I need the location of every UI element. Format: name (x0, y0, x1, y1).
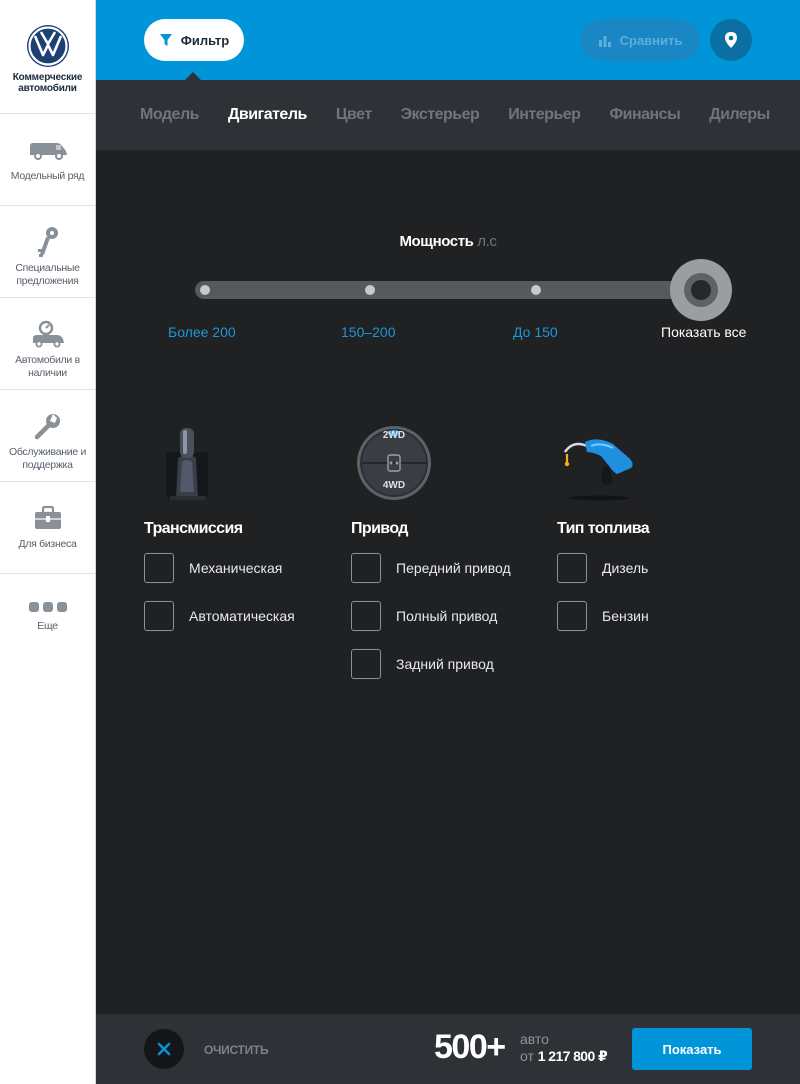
power-slider-handle[interactable] (670, 259, 732, 321)
option-all-wheel-drive[interactable]: Полный привод (351, 601, 511, 631)
results-bar: ОЧИСТИТЬ 500+ авто от 1 217 800 ₽ Показа… (96, 1014, 800, 1084)
compare-button-label: Сравнить (619, 32, 683, 48)
option-rear-drive[interactable]: Задний привод (351, 649, 511, 679)
checkbox[interactable] (144, 553, 174, 583)
power-slider-stop[interactable] (531, 285, 541, 295)
clear-filters-button[interactable] (144, 1029, 184, 1069)
bar-chart-icon (598, 36, 611, 47)
tab-dealers[interactable]: Дилеры (709, 106, 770, 124)
engine-filter-panel: Мощность л.с Более 200 150–200 До 150 По… (96, 150, 800, 1014)
tab-color[interactable]: Цвет (336, 106, 372, 124)
price-from: от 1 217 800 ₽ (520, 1048, 608, 1065)
power-title-text: Мощность (399, 233, 474, 250)
filter-button-label: Фильтр (180, 32, 230, 48)
sidebar-item-label: Модельный ряд (10, 170, 85, 182)
power-option-over-200[interactable]: Более 200 (168, 324, 236, 340)
power-option-150-200[interactable]: 150–200 (341, 324, 396, 340)
sidebar-item-service[interactable]: Обслуживание и поддержка (0, 390, 95, 482)
more-dots-icon (28, 602, 67, 612)
top-bar: Фильтр Сравнить (96, 0, 800, 81)
sidebar: Коммерческие автомобили Модельный ряд Сп… (0, 0, 96, 1084)
result-count-unit: авто (520, 1031, 549, 1047)
checkbox[interactable] (351, 553, 381, 583)
fuel-group: Тип топлива Дизель Бензин (557, 422, 697, 631)
sidebar-item-label: Специальные предложения (15, 262, 80, 287)
gear-shift-icon (166, 428, 208, 500)
drive-mode-dial-icon (357, 426, 431, 500)
option-label: Автоматическая (189, 608, 295, 624)
checkbox[interactable] (557, 601, 587, 631)
sidebar-item-more[interactable]: Еще (0, 574, 95, 666)
sidebar-item-models[interactable]: Модельный ряд (0, 114, 95, 206)
transmission-group: Трансмиссия Механическая Автоматическая (144, 422, 295, 631)
tab-interior[interactable]: Интерьер (508, 106, 581, 124)
option-label: Механическая (189, 560, 283, 576)
dial-label-2wd: 2WD (382, 430, 406, 441)
option-manual[interactable]: Механическая (144, 553, 295, 583)
option-label: Бензин (602, 608, 649, 624)
briefcase-icon (34, 505, 61, 529)
vw-logo-icon (26, 25, 69, 67)
fuel-nozzle-icon (564, 439, 633, 501)
power-title: Мощность л.с (96, 233, 800, 250)
dial-label-4wd: 4WD (382, 480, 406, 491)
option-label: Дизель (602, 560, 649, 576)
section-tabs: Модель Двигатель Цвет Экстерьер Интерьер… (96, 80, 800, 150)
power-unit: л.с (477, 233, 497, 250)
tab-engine[interactable]: Двигатель (228, 106, 307, 124)
transmission-title: Трансмиссия (144, 520, 243, 537)
tab-model[interactable]: Модель (140, 106, 199, 124)
price-value: 1 217 800 ₽ (537, 1048, 608, 1064)
power-slider-stop[interactable] (365, 285, 375, 295)
option-label: Передний привод (396, 560, 511, 576)
price-prefix: от (520, 1048, 534, 1064)
sidebar-item-in-stock[interactable]: Автомобили в наличии (0, 298, 95, 390)
option-label: Задний привод (396, 656, 494, 672)
checkbox[interactable] (351, 601, 381, 631)
sidebar-item-label: Автомобили в наличии (15, 354, 80, 379)
compare-button[interactable]: Сравнить (580, 19, 700, 61)
result-count: 500+ (434, 1028, 506, 1066)
option-automatic[interactable]: Автоматическая (144, 601, 295, 631)
drive-group: 2WD 4WD Привод Передний привод Полный пр… (351, 422, 511, 679)
brand-logo-block[interactable]: Коммерческие автомобили (0, 0, 95, 114)
tab-finance[interactable]: Финансы (609, 106, 680, 124)
option-diesel[interactable]: Дизель (557, 553, 697, 583)
checkbox[interactable] (557, 553, 587, 583)
power-slider-stop[interactable] (200, 285, 210, 295)
keys-icon (37, 227, 58, 257)
sidebar-item-special-offers[interactable]: Специальные предложения (0, 206, 95, 298)
drive-title: Привод (351, 520, 408, 537)
filter-button[interactable]: Фильтр (144, 19, 244, 61)
brand-caption: Коммерческие автомобили (12, 72, 83, 94)
sidebar-item-label: Обслуживание и поддержка (8, 446, 87, 471)
power-option-under-150[interactable]: До 150 (513, 324, 558, 340)
power-slider-track[interactable] (195, 281, 701, 299)
sidebar-item-label: Еще (37, 620, 58, 632)
close-icon (157, 1042, 171, 1056)
checkbox[interactable] (351, 649, 381, 679)
show-results-button[interactable]: Показать (632, 1028, 752, 1070)
filter-icon (159, 34, 172, 46)
power-option-show-all[interactable]: Показать все (661, 324, 746, 340)
fuel-title: Тип топлива (557, 520, 650, 537)
van-icon (29, 143, 67, 160)
map-pin-icon (725, 32, 737, 48)
option-front-drive[interactable]: Передний привод (351, 553, 511, 583)
checkbox[interactable] (144, 601, 174, 631)
option-label: Полный привод (396, 608, 498, 624)
car-key-icon (32, 320, 64, 348)
sidebar-item-label: Для бизнеса (18, 538, 77, 550)
clear-filters-label[interactable]: ОЧИСТИТЬ (204, 1043, 269, 1057)
option-petrol[interactable]: Бензин (557, 601, 697, 631)
wrench-icon (34, 414, 60, 440)
location-button[interactable] (710, 19, 752, 61)
sidebar-item-business[interactable]: Для бизнеса (0, 482, 95, 574)
tab-exterior[interactable]: Экстерьер (401, 106, 480, 124)
